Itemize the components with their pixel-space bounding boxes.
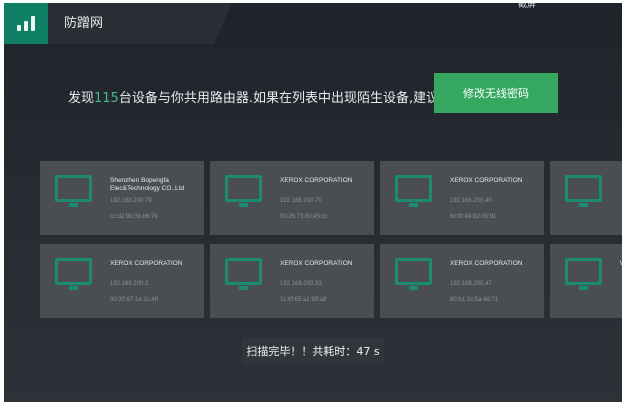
device-name: XEROX CORPORATION — [450, 177, 523, 184]
device-mac: 90:b1:1c:5a:4d:71 — [450, 297, 499, 303]
device-count: 115 — [94, 91, 119, 106]
monitor-icon — [55, 258, 92, 290]
device-card[interactable]: XEROX CORPORATION 192.168.200.40 6c:f0:4… — [380, 161, 544, 235]
device-name: XEROX CORPORATION — [110, 260, 183, 267]
device-name: Shenzhen Bopengfa Elec&Technology CO.,Lt… — [110, 177, 185, 192]
device-card[interactable]: XEROX CORPORATION 192.168.200.70 00:26:7… — [210, 161, 374, 235]
monitor-icon — [225, 258, 262, 290]
app-title: 防蹭网 — [64, 16, 104, 31]
signal-icon — [4, 3, 48, 44]
monitor-icon — [565, 175, 602, 207]
device-ip: 192.168.200.3 — [110, 281, 149, 287]
scan-status-toast: 扫描完毕！！共耗时：47 s — [242, 338, 384, 364]
monitor-icon — [225, 175, 262, 207]
device-mac: 00:26:73:60:45:cc — [280, 214, 328, 220]
app-screen: 防蹭网 截屏 发现115台设备与你共用路由器.如果在列表中出现陌生设备,建议您 … — [4, 3, 622, 402]
device-card[interactable] — [550, 161, 622, 235]
device-ip: 192.168.200.40 — [450, 198, 492, 204]
device-card[interactable]: XEROX CORPORATION 192.168.200.3 00:30:67… — [40, 244, 204, 318]
device-card[interactable]: XEROX CORPORATION 192.168.200.47 90:b1:1… — [380, 244, 544, 318]
message-prefix: 发现 — [68, 91, 95, 106]
screenshot-label: 截屏 — [517, 3, 536, 10]
monitor-icon — [55, 175, 92, 207]
change-wifi-password-button[interactable]: 修改无线密码 — [434, 73, 558, 113]
monitor-icon — [395, 258, 432, 290]
device-card[interactable]: Shenzhen Bopengfa Elec&Technology CO.,Lt… — [40, 161, 204, 235]
device-ip: 192.168.200.47 — [450, 281, 492, 287]
device-name: XEROX CORPORATION — [280, 177, 353, 184]
scan-message: 发现115台设备与你共用路由器.如果在列表中出现陌生设备,建议您 — [68, 87, 452, 106]
message-suffix: 台设备与你共用路由器.如果在列表中出现陌生设备,建议您 — [118, 91, 453, 106]
device-ip: 192.168.200.70 — [280, 198, 322, 204]
device-mac: 00:30:67:1e:1c:48 — [110, 297, 159, 303]
device-name: XEROX CORPORATION — [450, 260, 523, 267]
monitor-icon — [565, 258, 602, 290]
device-mac: 1c:6f:65:a1:99:a8 — [280, 297, 327, 303]
monitor-icon — [395, 175, 432, 207]
device-ip: 192.168.200.79 — [110, 198, 152, 204]
device-grid: Shenzhen Bopengfa Elec&Technology CO.,Lt… — [40, 161, 622, 321]
device-card[interactable]: W — [550, 244, 622, 318]
device-mac: cc:d2:9b:3b:b6:76 — [110, 214, 158, 220]
device-name: W — [620, 260, 622, 268]
device-ip: 192.168.200.33 — [280, 281, 322, 287]
device-name: XEROX CORPORATION — [280, 260, 353, 267]
device-mac: 6c:f0:49:82:05:91 — [450, 214, 497, 220]
device-card[interactable]: XEROX CORPORATION 192.168.200.33 1c:6f:6… — [210, 244, 374, 318]
